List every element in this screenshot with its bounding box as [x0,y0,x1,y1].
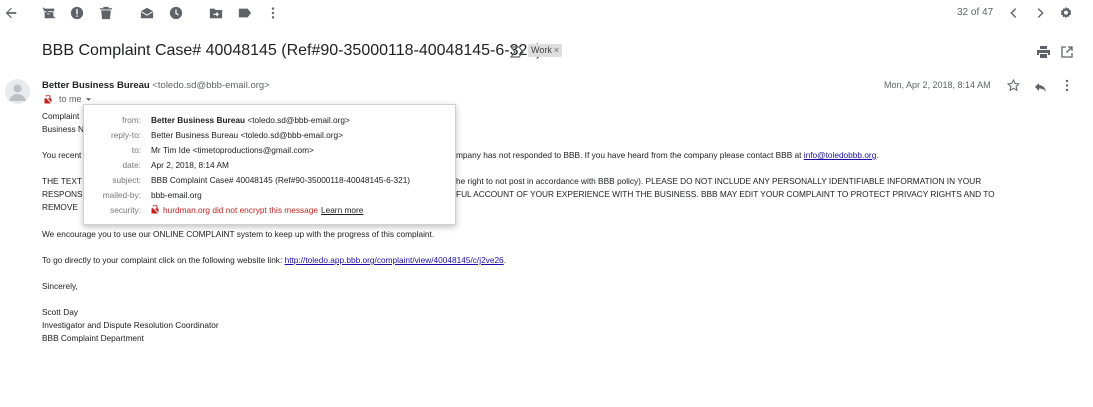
learn-more-link[interactable]: Learn more [321,205,363,215]
sender-line: Better Business Bureau <toledo.sd@bbb-em… [42,80,270,91]
details-mailedby-label: mailed-by: [102,190,141,200]
label-chip-text: Work [531,45,552,55]
signature-title: Investigator and Dispute Resolution Coor… [42,320,219,330]
body-line-sincerely: Sincerely, [42,281,78,291]
signature-department: BBB Complaint Department [42,333,144,343]
print-icon[interactable] [1037,45,1050,58]
body-line-remove-left: REMOVE [42,202,78,212]
more-vert-icon[interactable] [265,5,281,21]
labels-icon[interactable] [237,5,253,21]
mark-unread-icon[interactable] [139,5,155,21]
body-line-respons-left: RESPONS [42,189,83,199]
details-from-label: from: [122,115,141,125]
pager-count: 32 of 47 [957,7,994,18]
move-to-icon[interactable] [208,5,224,21]
body-line-encourage: We encourage you to use our ONLINE COMPL… [42,229,435,239]
label-remove-icon[interactable]: × [554,45,559,55]
email-date: Mon, Apr 2, 2018, 8:14 AM [884,80,991,90]
delete-icon[interactable] [98,5,114,21]
toolbar: 32 of 47 [0,0,1093,26]
older-chevron-icon[interactable] [1032,5,1048,21]
body-line-business: Business N [42,124,84,134]
recipient-line: to me [44,94,92,104]
body-direct-period: . [503,255,506,265]
report-spam-icon[interactable] [69,5,85,21]
details-from-name: Better Business Bureau [151,115,246,125]
email-subject: BBB Complaint Case# 40048145 (Ref#90-350… [42,42,542,59]
importance-marker-icon[interactable] [509,45,524,58]
body-line-respons-right: FUL ACCOUNT OF YOUR EXPERIENCE WITH THE … [456,189,995,199]
details-row-security: security: hurdman.org did not encrypt th… [84,204,455,217]
details-row-to: to: Mr Tim Ide <timetoproductions@gmail.… [84,144,455,157]
avatar [5,79,30,104]
details-to-label: to: [131,145,141,155]
archive-icon[interactable] [41,5,57,21]
signature-name: Scott Day [42,307,78,317]
details-security-value: hurdman.org did not encrypt this message… [151,204,363,217]
body-line-recent: You recent [42,150,82,160]
body-line-text-right: he right to not post in accordance with … [456,176,982,186]
details-mailedby-value: bbb-email.org [151,190,202,200]
details-replyto-value: Better Business Bureau <toledo.sd@bbb-em… [151,130,343,140]
back-arrow-icon[interactable] [3,5,19,21]
message-details-popup: from: Better Business Bureau <toledo.sd@… [83,104,456,225]
details-row-mailedby: mailed-by: bbb-email.org [84,189,455,202]
label-chip-work[interactable]: Work × [528,44,563,57]
details-row-date: date: Apr 2, 2018, 8:14 AM [84,159,455,172]
show-details-chevron-icon[interactable] [85,96,92,103]
open-new-window-icon[interactable] [1061,45,1073,58]
body-direct-text: To go directly to your complaint click o… [42,255,283,265]
star-icon[interactable] [1006,78,1021,92]
details-date-value: Apr 2, 2018, 8:14 AM [151,160,229,170]
sender-address: <toledo.sd@bbb-email.org> [152,80,270,91]
body-recent-period: . [876,150,879,160]
details-subject-label: subject: [112,175,141,185]
details-row-replyto: reply-to: Better Business Bureau <toledo… [84,129,455,142]
settings-gear-icon[interactable] [1058,5,1074,21]
details-date-label: date: [122,160,141,170]
body-line-direct: To go directly to your complaint click o… [42,254,506,267]
newer-chevron-icon[interactable] [1006,5,1022,21]
details-to-value: Mr Tim Ide <timetoproductions@gmail.com> [151,145,314,155]
body-line-complaint: Complaint [42,111,80,121]
sender-name[interactable]: Better Business Bureau [42,80,150,91]
details-security-label: security: [110,205,141,215]
complaint-link[interactable]: http://toledo.app.bbb.org/complaint/view… [285,255,504,265]
details-from-value: Better Business Bureau <toledo.sd@bbb-em… [151,114,350,127]
reply-icon[interactable] [1034,80,1047,92]
details-row-subject: subject: BBB Complaint Case# 40048145 (R… [84,174,455,187]
details-from-address: <toledo.sd@bbb-email.org> [247,115,350,125]
to-me-label: to me [59,94,82,104]
body-recent-text: mpany has not responded to BBB. If you h… [456,150,802,160]
body-line-text-left: THE TEXT [42,176,82,186]
message-more-icon[interactable] [1062,79,1072,92]
details-replyto-label: reply-to: [111,130,141,140]
unencrypted-lock-icon [44,94,52,104]
security-warning-text: hurdman.org did not encrypt this message [163,205,318,215]
bbb-email-link[interactable]: info@toledobbb.org [804,150,877,160]
details-subject-value: BBB Complaint Case# 40048145 (Ref#90-350… [151,175,411,185]
details-row-from: from: Better Business Bureau <toledo.sd@… [84,114,455,127]
unencrypted-lock-icon [151,205,159,214]
body-line-recent-right: mpany has not responded to BBB. If you h… [456,149,879,162]
snooze-icon[interactable] [168,5,184,21]
